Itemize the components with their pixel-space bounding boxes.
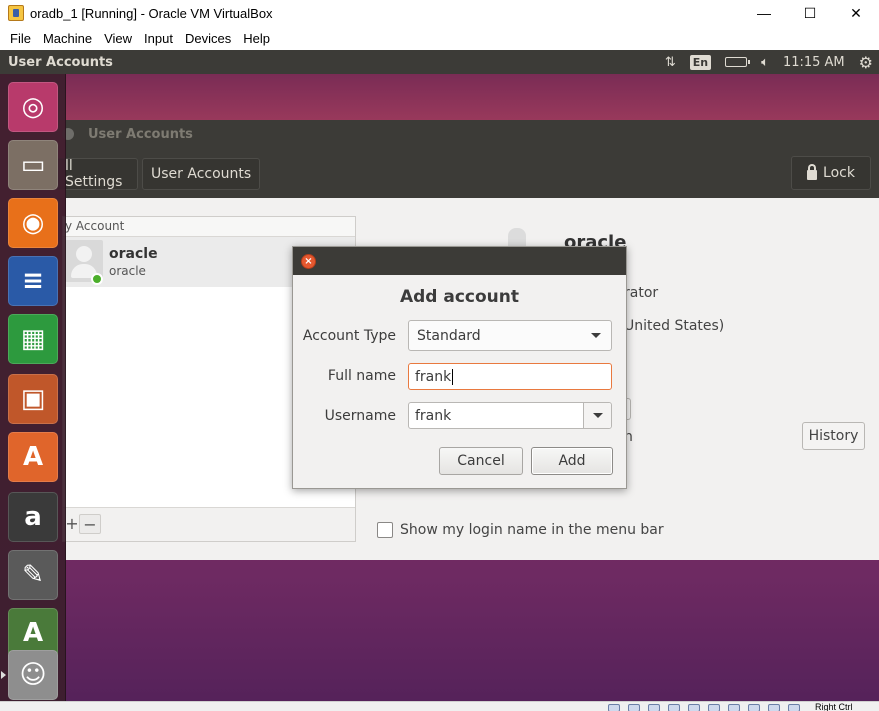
usb-status-icon[interactable] [688, 704, 700, 711]
breadcrumb-user-accounts[interactable]: User Accounts [142, 158, 261, 190]
language-value[interactable]: United States) [624, 318, 724, 334]
minimize-button[interactable]: — [741, 0, 787, 26]
software-updater-glyph: A [22, 618, 44, 648]
files-icon[interactable]: ▭ [8, 140, 58, 190]
keyboard-capture-status-icon[interactable] [788, 704, 800, 711]
virtualbox-status-bar: Right Ctrl [0, 701, 879, 711]
audio-status-icon[interactable] [648, 704, 660, 711]
account-row-name: oracle [109, 246, 158, 262]
user-photo[interactable] [508, 228, 526, 248]
username-dropdown-button[interactable] [583, 403, 611, 428]
clock[interactable]: 11:15 AM [783, 55, 845, 70]
menu-devices[interactable]: Devices [179, 31, 237, 46]
full-name-field[interactable]: frank [408, 363, 612, 390]
full-name-value: frank [415, 368, 452, 385]
remove-user-button[interactable]: − [79, 514, 101, 534]
mouse-integration-status-icon[interactable] [768, 704, 780, 711]
firefox-glyph: ◉ [21, 208, 45, 238]
account-list-header: y Account [63, 217, 355, 237]
username-field[interactable]: frank [408, 402, 612, 429]
menu-file[interactable]: File [4, 31, 37, 46]
keyboard-layout-indicator[interactable]: En [689, 54, 712, 70]
username-value: frank [415, 407, 452, 424]
menu-view[interactable]: View [98, 31, 138, 46]
hard-disk-status-icon[interactable] [608, 704, 620, 711]
full-name-label: Full name [327, 368, 396, 384]
impress-icon[interactable]: ▣ [8, 374, 58, 424]
files-glyph: ▭ [20, 150, 46, 180]
ubuntu-dash-glyph: ◎ [21, 92, 45, 122]
cancel-button[interactable]: Cancel [439, 447, 523, 475]
account-list-toolbar: + − [63, 507, 355, 541]
system-settings-icon[interactable]: ✎ [8, 550, 58, 600]
dialog-close-icon[interactable]: × [301, 254, 316, 269]
video-capture-status-icon[interactable] [748, 704, 760, 711]
lock-icon [807, 164, 818, 180]
host-title-bar: oradb_1 [Running] - Oracle VM VirtualBox… [0, 0, 879, 26]
text-cursor [452, 368, 454, 385]
user-accounts-window-title: User Accounts [88, 126, 193, 142]
host-menu-bar: File Machine View Input Devices Help [0, 26, 879, 50]
amazon-glyph: a [24, 502, 42, 532]
online-status-icon [91, 273, 103, 285]
session-gear-icon[interactable]: ⚙ [859, 53, 873, 72]
add-button[interactable]: Add [531, 447, 613, 475]
lock-button[interactable]: Lock [791, 156, 871, 190]
firefox-icon[interactable]: ◉ [8, 198, 58, 248]
username-label: Username [324, 408, 396, 424]
lock-label: Lock [823, 165, 855, 181]
software-center-icon[interactable]: A [8, 432, 58, 482]
volume-icon[interactable]: 🔈︎ [761, 55, 769, 70]
network-icon[interactable]: ⇅ [665, 55, 676, 70]
user-accounts-glyph: ☺ [19, 660, 47, 690]
dialog-titlebar: × [293, 247, 626, 275]
account-type-label: Account Type [302, 328, 396, 344]
menu-input[interactable]: Input [138, 31, 179, 46]
breadcrumb-all-settings[interactable]: ll Settings [56, 158, 138, 190]
maximize-button[interactable]: ☐ [787, 0, 833, 26]
history-button[interactable]: History [802, 422, 865, 450]
menu-machine[interactable]: Machine [37, 31, 98, 46]
show-login-name-label: Show my login name in the menu bar [400, 522, 664, 538]
battery-icon[interactable] [725, 57, 751, 67]
close-button[interactable]: ✕ [833, 0, 879, 26]
display-status-icon[interactable] [728, 704, 740, 711]
panel-app-title: User Accounts [8, 54, 113, 70]
network-status-icon[interactable] [668, 704, 680, 711]
chevron-down-icon [591, 333, 601, 338]
impress-glyph: ▣ [20, 384, 46, 414]
software-center-glyph: A [22, 442, 44, 472]
calc-icon[interactable]: ▦ [8, 314, 58, 364]
add-account-dialog: × Add account Account Type Standard Full… [292, 246, 627, 489]
optical-drive-status-icon[interactable] [628, 704, 640, 711]
system-settings-glyph: ✎ [22, 560, 44, 590]
account-row-login: oracle [109, 264, 146, 278]
menu-help[interactable]: Help [237, 31, 276, 46]
writer-icon[interactable]: ≡ [8, 256, 58, 306]
account-type-selected: Standard [417, 327, 481, 344]
host-key-label: Right Ctrl [815, 702, 853, 711]
virtualbox-icon [8, 5, 24, 21]
unity-launcher: ◎ ▭ ◉ ≡ ▦ ▣ Aa ✎ A ☺ [0, 74, 66, 701]
writer-glyph: ≡ [22, 266, 44, 296]
running-app-indicator-icon [1, 671, 6, 679]
user-accounts-toolbar: ll Settings User Accounts Lock [56, 148, 879, 198]
ubuntu-dash-icon[interactable]: ◎ [8, 82, 58, 132]
dialog-title: Add account [399, 287, 520, 307]
calc-glyph: ▦ [20, 324, 46, 354]
host-window-title: oradb_1 [Running] - Oracle VM VirtualBox [30, 5, 273, 21]
ubuntu-top-panel: User Accounts ⇅ En 🔈︎ 11:15 AM ⚙ [0, 50, 879, 74]
show-login-name-checkbox[interactable] [377, 522, 393, 538]
user-accounts-titlebar: User Accounts [62, 120, 879, 148]
keyboard-layout-label: En [689, 54, 712, 70]
account-type-value[interactable]: rator [624, 285, 658, 301]
user-accounts-icon[interactable]: ☺ [8, 650, 58, 700]
account-type-select[interactable]: Standard [408, 320, 612, 351]
amazon-icon[interactable]: a [8, 492, 58, 542]
show-login-name-option[interactable]: Show my login name in the menu bar [377, 522, 664, 538]
shared-folders-status-icon[interactable] [708, 704, 720, 711]
